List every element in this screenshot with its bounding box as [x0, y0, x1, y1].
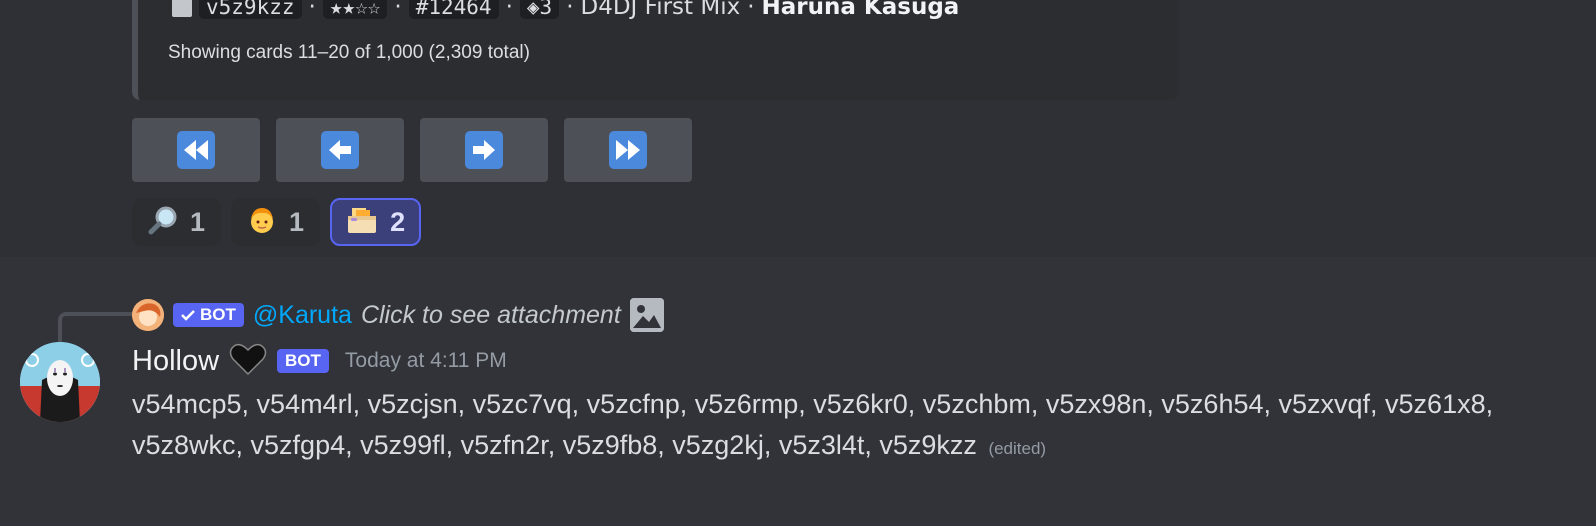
- first-page-button[interactable]: [132, 118, 260, 182]
- reaction-count: 2: [390, 206, 406, 237]
- next-page-button[interactable]: [420, 118, 548, 182]
- double-left-arrow-icon: [177, 131, 215, 169]
- right-arrow-icon: [465, 131, 503, 169]
- card-code: v5z9kzz: [199, 0, 302, 19]
- magnifying-glass-icon: [148, 205, 178, 239]
- bot-tag: BOT: [173, 303, 244, 327]
- reaction-count: 1: [289, 206, 305, 237]
- separator: ·: [566, 0, 574, 20]
- card-edition: ◈3: [519, 0, 560, 19]
- reactions: 1 1 2: [132, 198, 422, 246]
- card-number: #12464: [408, 0, 499, 19]
- left-arrow-icon: [321, 131, 359, 169]
- edited-label: (edited): [988, 439, 1047, 458]
- message-header: Hollow BOT Today at 4:11 PM: [132, 342, 507, 380]
- bot-tag: BOT: [277, 349, 329, 373]
- reply-text[interactable]: Click to see attachment: [361, 301, 621, 330]
- previous-message: v5z9kzz · ★★☆☆ · #12464 · ◈3 · D4DJ Firs…: [0, 0, 1596, 257]
- verified-check-icon: [181, 310, 195, 321]
- pagination-buttons: [132, 118, 692, 182]
- reaction-count: 1: [190, 206, 206, 237]
- reaction-person[interactable]: 1: [231, 198, 321, 246]
- reply-preview[interactable]: BOT @Karuta Click to see attachment: [132, 298, 664, 332]
- card-series: D4DJ First Mix: [580, 0, 741, 20]
- image-icon: [629, 298, 664, 332]
- separator: ·: [308, 0, 316, 20]
- last-page-button[interactable]: [564, 118, 692, 182]
- bot-tag-label: BOT: [285, 351, 321, 370]
- embed-footer: Showing cards 11–20 of 1,000 (2,309 tota…: [168, 42, 530, 63]
- reply-connector: [58, 312, 132, 342]
- reaction-card-file-box[interactable]: 2: [330, 198, 422, 246]
- person-face-icon: [247, 205, 277, 239]
- double-right-arrow-icon: [609, 131, 647, 169]
- separator: ·: [505, 0, 513, 20]
- card-embed: v5z9kzz · ★★☆☆ · #12464 · ◈3 · D4DJ Firs…: [132, 0, 1178, 100]
- bot-tag-label: BOT: [200, 305, 236, 324]
- black-heart-icon: [229, 342, 267, 380]
- card-line: v5z9kzz · ★★☆☆ · #12464 · ◈3 · D4DJ Firs…: [172, 0, 959, 20]
- reaction-magnifying-glass[interactable]: 1: [132, 198, 222, 246]
- separator: ·: [747, 0, 755, 20]
- card-stars: ★★☆☆: [322, 0, 388, 19]
- username[interactable]: Hollow: [132, 345, 219, 378]
- prev-page-button[interactable]: [276, 118, 404, 182]
- reply-mention[interactable]: @Karuta: [253, 301, 352, 330]
- card-file-box-icon: [346, 205, 378, 239]
- replied-user-avatar[interactable]: [132, 299, 164, 331]
- message-content: v54mcp5, v54m4rl, v5zcjsn, v5zc7vq, v5zc…: [132, 384, 1572, 469]
- card-character: Haruna Kasuga: [761, 0, 960, 20]
- separator: ·: [394, 0, 402, 20]
- card-box-icon: [172, 0, 192, 17]
- user-avatar[interactable]: [20, 342, 100, 422]
- message-text: v54mcp5, v54m4rl, v5zcjsn, v5zc7vq, v5zc…: [132, 389, 1494, 460]
- timestamp[interactable]: Today at 4:11 PM: [345, 349, 507, 373]
